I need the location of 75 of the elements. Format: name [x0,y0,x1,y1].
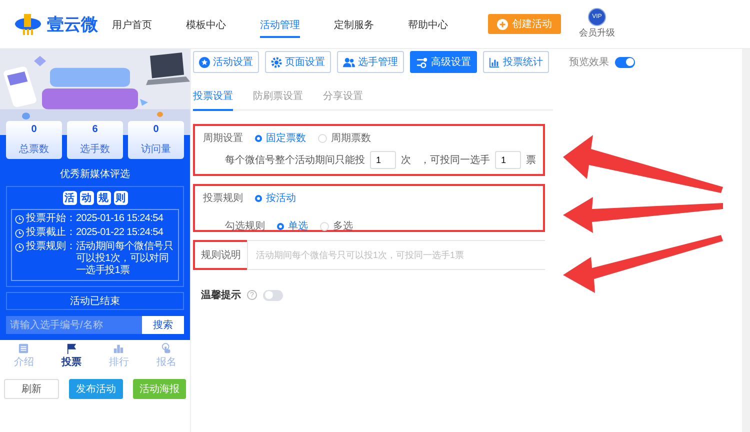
stat-label: 选手数 [80,142,110,156]
settings-tab[interactable]: 活动设置 [193,51,259,73]
stat-label: 访问量 [141,142,171,156]
status-text: 活动已结束 [70,294,120,308]
upgrade-label[interactable]: 会员升级 [579,26,615,40]
list-icon [18,343,30,354]
radio-option[interactable]: 周期票数 [318,131,371,145]
plus-icon [497,18,508,30]
field-label: 周期设置 [203,132,243,145]
gear-icon [271,56,282,68]
bottom-tab[interactable]: 排行 [108,343,129,369]
nav-link[interactable]: 帮助中心 [408,10,448,38]
bottom-tab[interactable]: 报名 [156,343,176,369]
preview-label: 预览效果 [569,56,609,69]
people-icon [343,56,355,68]
flag-icon [66,343,77,354]
hand-icon [160,343,172,354]
stat-value: 0 [31,124,37,136]
heading-tile: 动 [80,191,94,205]
heading-tile: 则 [114,191,128,205]
action-button[interactable]: 活动海报 [132,379,186,399]
star-icon [199,56,210,68]
rule-text: 2025-01-22 15:24:54 [76,227,164,239]
sub-tab[interactable]: 防刷票设置 [253,85,303,111]
logo-icon [14,12,44,36]
preview-switch[interactable] [615,56,635,68]
rule-label: 投票规则： [26,241,76,253]
times-input[interactable]: 1 [370,151,396,169]
logo-text: 壹云微 [47,14,98,36]
bottom-tab[interactable]: 投票 [61,343,82,369]
settings-tab[interactable]: 页面设置 [265,51,331,73]
bar-chart-icon [489,56,500,68]
unit-text: 票 [526,154,536,167]
field-label: 勾选规则 [225,220,265,233]
limit-text: 每个微信号整个活动期间只能投 [225,154,365,167]
action-button[interactable]: 刷新 [4,379,60,399]
rule-text: 活动期间每个微信号只可以投1次，可以对同一选手投1票 [76,241,174,277]
nav-link[interactable]: 模板中心 [186,10,226,38]
rule-label: 投票开始： [26,213,76,225]
sub-tab[interactable]: 投票设置 [193,85,233,111]
action-button[interactable]: 发布活动 [69,379,123,399]
event-title: 优秀新媒体评选 [60,168,130,181]
sliders-icon [416,56,428,68]
bar-chart-icon [113,343,124,354]
settings-tab[interactable]: 高级设置 [410,51,477,73]
tip-switch[interactable] [263,290,283,300]
settings-tab[interactable]: 选手管理 [337,51,404,73]
clock-icon [15,242,24,252]
radio-option[interactable]: 多选 [320,219,353,233]
stat-value: 0 [153,124,159,136]
radio-option[interactable]: 按活动 [255,191,296,205]
nav-link[interactable]: 活动管理 [260,10,300,38]
heading-tile: 规 [96,191,110,205]
stat-label: 总票数 [19,142,49,156]
create-button[interactable]: 创建活动 [488,14,561,34]
unit-text: 次 [401,154,411,167]
limit-text: ，可投同一选手 [420,154,490,167]
settings-tab[interactable]: 投票统计 [483,51,549,73]
clock-icon [15,228,24,238]
field-label: 规则说明 [201,249,241,262]
rule-label: 投票截止： [26,227,76,239]
search-field[interactable]: 请输入选手编号/名称 [6,316,142,334]
search-button[interactable]: 搜索 [142,316,184,334]
nav-link[interactable]: 定制服务 [334,10,374,38]
rule-text: 2025-01-16 15:24:54 [76,213,164,225]
clock-icon [15,214,24,224]
radio-option[interactable]: 单选 [277,219,308,233]
stat-value: 6 [92,124,98,136]
heading-tile: 活 [62,191,76,205]
radio-option[interactable]: 固定票数 [255,131,306,145]
sub-tab[interactable]: 分享设置 [323,85,363,111]
votes-input[interactable]: 1 [495,151,521,169]
nav-link[interactable]: 用户首页 [112,10,152,38]
tip-label: 温馨提示 [201,288,241,302]
field-label: 投票规则 [203,192,243,205]
